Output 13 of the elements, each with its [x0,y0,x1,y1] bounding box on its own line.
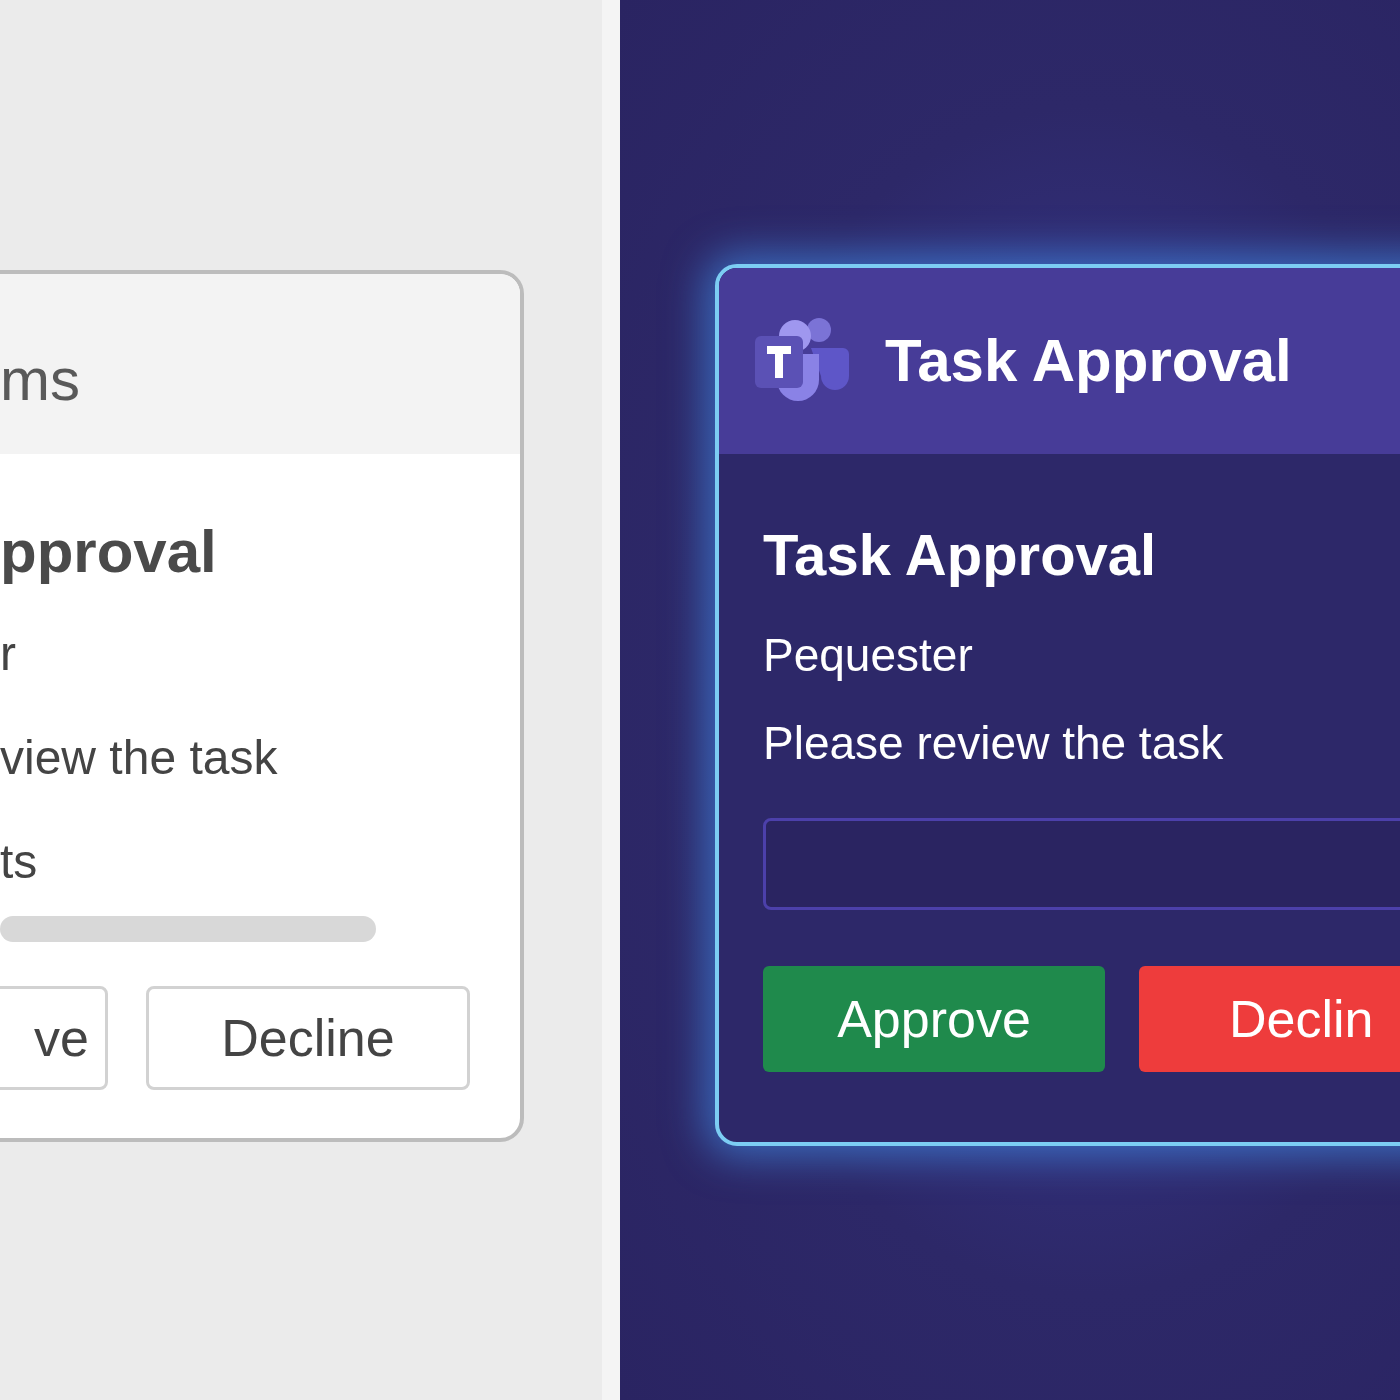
action-button[interactable]: Decline [146,986,470,1090]
header-title: Task Approval [885,331,1292,391]
body-text: r [0,630,16,678]
input-field[interactable] [0,916,376,942]
action-button[interactable]: Declin [1139,966,1400,1072]
card-title: pproval [0,522,217,582]
action-button[interactable]: Approve [763,966,1105,1072]
input-field[interactable] [763,818,1400,910]
body-text: Please review the task [763,720,1224,766]
header-title: ms [0,350,80,410]
body-text: ts [0,838,38,886]
action-button[interactable]: ve [0,986,108,1090]
body-text: view the task [0,734,278,782]
